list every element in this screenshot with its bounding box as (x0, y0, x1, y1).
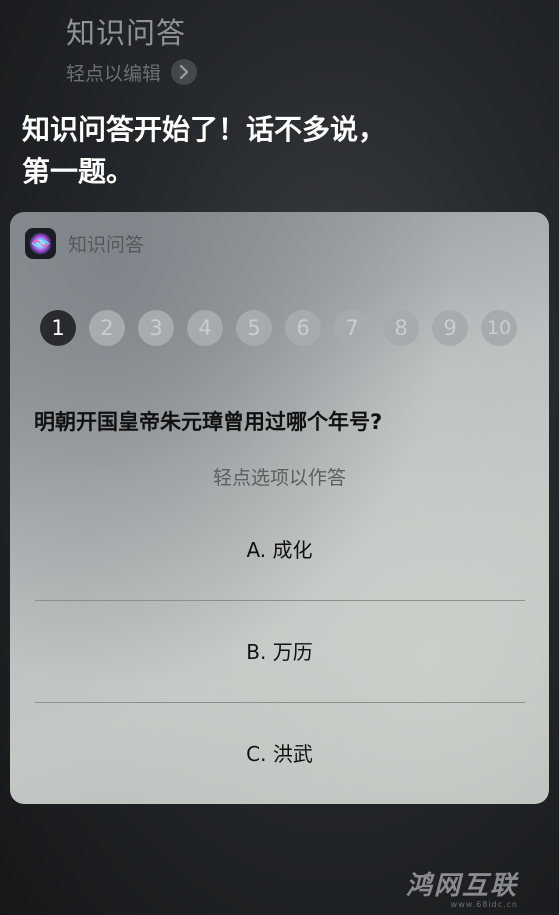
question-progress: 1 2 3 4 5 6 7 8 9 10 (40, 310, 520, 346)
progress-step: 8 (383, 310, 419, 346)
edit-label: 轻点以编辑 (66, 62, 162, 85)
progress-step: 9 (432, 310, 468, 346)
response-line-2: 第一题。 (22, 155, 135, 188)
progress-step: 1 (40, 310, 76, 346)
question-text: 明朝开国皇帝朱元璋曾用过哪个年号? (34, 410, 383, 434)
response-line-1: 知识问答开始了！话不多说， (22, 113, 387, 146)
card-header: 知识问答 (25, 228, 144, 259)
watermark-logo: 鸿网互联 (405, 871, 518, 901)
watermark: 鸿网互联 www.68idc.cn (360, 872, 518, 909)
option-b-button[interactable]: B. 万历 (10, 600, 549, 700)
watermark-url: www.68idc.cn (450, 900, 518, 909)
chevron-right-icon[interactable] (171, 59, 198, 85)
progress-step: 2 (89, 310, 125, 346)
query-title: 知识问答 (66, 16, 187, 50)
answer-hint: 轻点选项以作答 (212, 467, 346, 489)
progress-step: 3 (138, 310, 174, 346)
quiz-card: 知识问答 1 2 3 4 5 6 7 8 9 10 明朝开国皇帝朱元璋曾用过哪个… (10, 212, 549, 804)
card-app-title: 知识问答 (68, 234, 145, 256)
progress-step: 5 (236, 310, 272, 346)
progress-step: 6 (285, 310, 321, 346)
siri-orb-icon (25, 228, 56, 259)
progress-step: 10 (481, 310, 517, 346)
option-c-button[interactable]: C. 洪武 (10, 702, 549, 802)
progress-step: 4 (187, 310, 223, 346)
option-a-button[interactable]: A. 成化 (10, 498, 549, 598)
progress-step: 7 (334, 310, 370, 346)
siri-response: 知识问答开始了！话不多说， 第一题。 (22, 109, 542, 193)
edit-row[interactable]: 轻点以编辑 (66, 59, 198, 85)
